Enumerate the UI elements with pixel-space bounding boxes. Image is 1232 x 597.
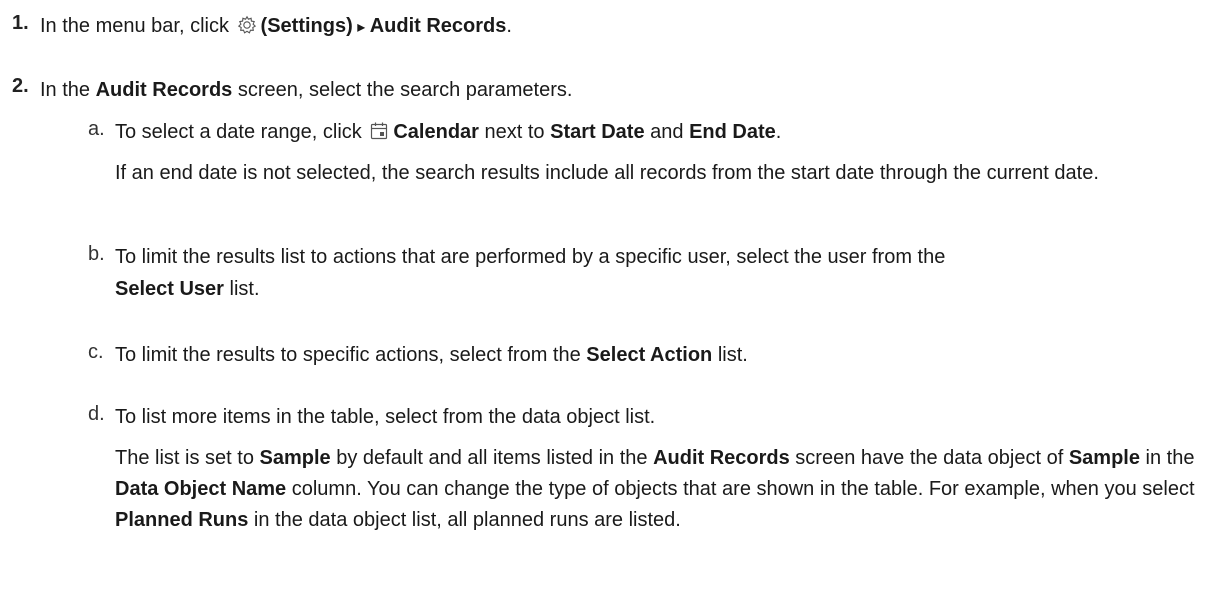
step-number: 2.	[12, 75, 29, 97]
calendar-icon	[369, 121, 389, 149]
substep-letter: a.	[88, 118, 105, 140]
gear-icon	[237, 15, 257, 43]
step-number: 1.	[12, 12, 29, 34]
substep-letter: d.	[88, 403, 105, 425]
substep-text: To limit the results to specific actions…	[115, 344, 748, 366]
substep-letter: c.	[88, 341, 104, 363]
substep-note: The list is set to Sample by default and…	[115, 447, 1195, 531]
substep-text-cont: Select User list.	[115, 278, 260, 300]
substep-text: To select a date range, click Calendar n…	[115, 118, 781, 149]
step-text: In the menu bar, click (Settings) ▸ Audi…	[40, 12, 512, 43]
step-text: In the Audit Records screen, select the …	[40, 79, 573, 101]
substep-text: To list more items in the table, select …	[115, 406, 656, 428]
procedure-document: 1. In the menu bar, click (Settings) ▸ A…	[0, 0, 1232, 597]
substep-text: To limit the results list to actions tha…	[115, 246, 946, 268]
substep-letter: b.	[88, 243, 105, 265]
substep-note: If an end date is not selected, the sear…	[115, 162, 1099, 184]
